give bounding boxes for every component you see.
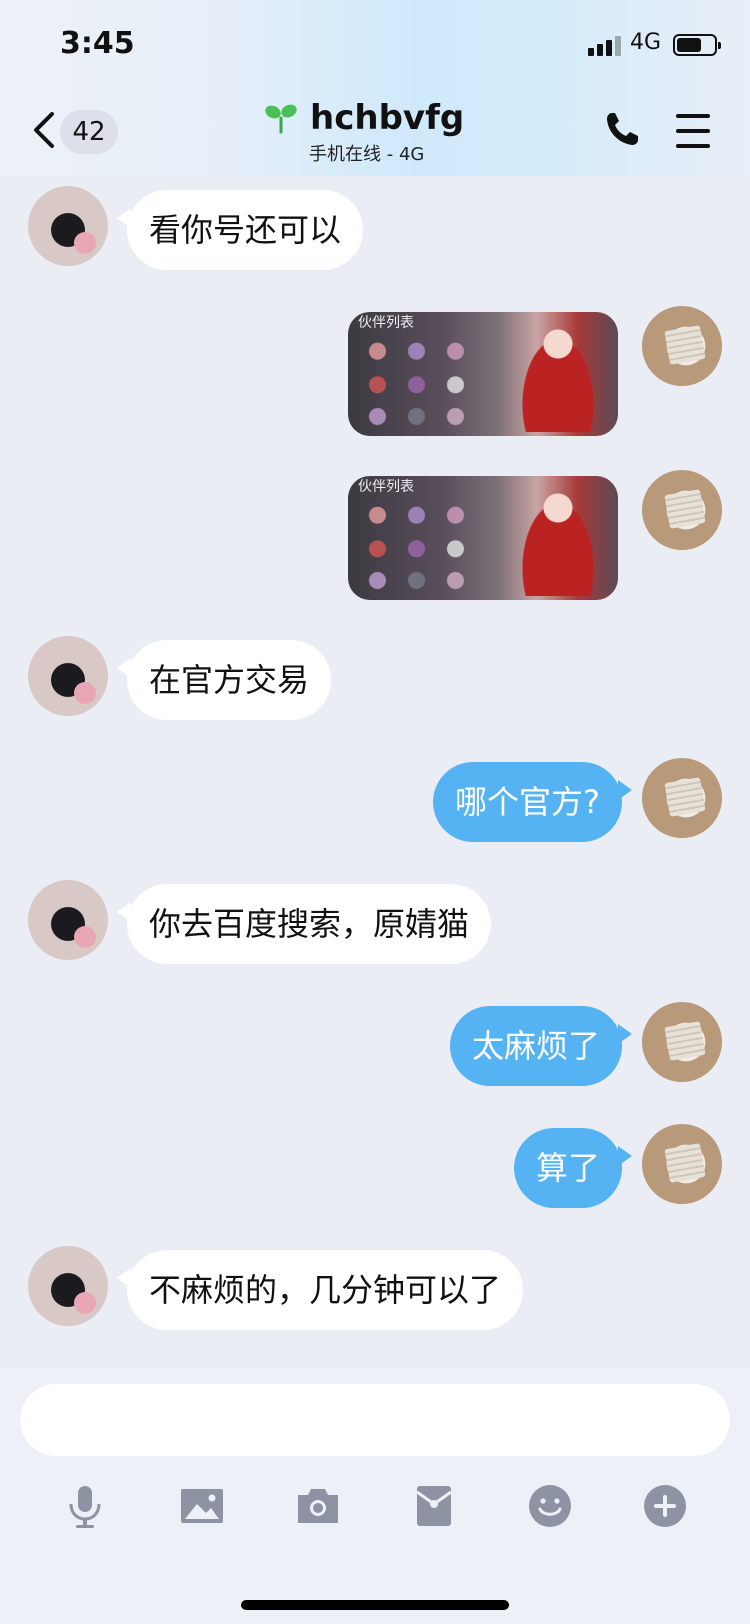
hamburger-icon[interactable] (676, 114, 710, 148)
phone-icon[interactable] (604, 110, 640, 148)
message-bubble-incoming[interactable]: 在官方交易 (116, 640, 332, 720)
game-roster-grid (358, 496, 488, 592)
sprout-icon (265, 104, 297, 134)
network-type: 4G (630, 30, 662, 55)
my-avatar[interactable] (642, 306, 722, 386)
contact-avatar[interactable] (28, 880, 108, 960)
plus-icon[interactable] (641, 1482, 689, 1530)
my-avatar[interactable] (642, 1124, 722, 1204)
battery-icon (673, 34, 721, 56)
my-avatar[interactable] (642, 1002, 722, 1082)
microphone-icon[interactable] (61, 1482, 109, 1530)
image-caption: 伙伴列表 (358, 479, 414, 495)
contact-avatar[interactable] (28, 186, 108, 266)
game-roster-grid (358, 332, 488, 428)
home-indicator (241, 1600, 509, 1610)
image-caption: 伙伴列表 (358, 315, 414, 331)
camera-icon[interactable] (294, 1482, 342, 1530)
status-time: 3:45 (60, 26, 135, 61)
character-figure (513, 322, 603, 432)
my-avatar[interactable] (642, 470, 722, 550)
message-bubble-outgoing[interactable]: 太麻烦了 (449, 1006, 633, 1086)
message-input[interactable] (20, 1384, 730, 1456)
image-icon[interactable] (178, 1482, 226, 1530)
signal-icon (588, 34, 622, 56)
red-packet-icon[interactable] (410, 1482, 458, 1530)
contact-avatar[interactable] (28, 636, 108, 716)
composer (0, 1368, 750, 1624)
chevron-left-icon[interactable] (26, 108, 62, 152)
my-avatar[interactable] (642, 758, 722, 838)
character-figure (513, 486, 603, 596)
contact-name: hchbvfg (310, 98, 465, 138)
message-bubble-incoming[interactable]: 看你号还可以 (116, 190, 364, 270)
image-message[interactable]: 伙伴列表 (348, 312, 618, 436)
presence-status: 手机在线 - 4G (309, 144, 425, 165)
message-bubble-incoming[interactable]: 你去百度搜索，原婧猫 (116, 884, 492, 964)
unread-count-badge[interactable]: 42 (60, 110, 118, 154)
message-bubble-outgoing[interactable]: 算了 (513, 1128, 633, 1208)
chat-header: 3:45 4G 42 hchbvfg 手机在线 - 4G (0, 0, 750, 176)
emoji-icon[interactable] (526, 1482, 574, 1530)
image-message[interactable]: 伙伴列表 (348, 476, 618, 600)
message-bubble-incoming[interactable]: 不麻烦的，几分钟可以了 (116, 1250, 524, 1330)
message-bubble-outgoing[interactable]: 哪个官方? (433, 762, 632, 842)
contact-avatar[interactable] (28, 1246, 108, 1326)
